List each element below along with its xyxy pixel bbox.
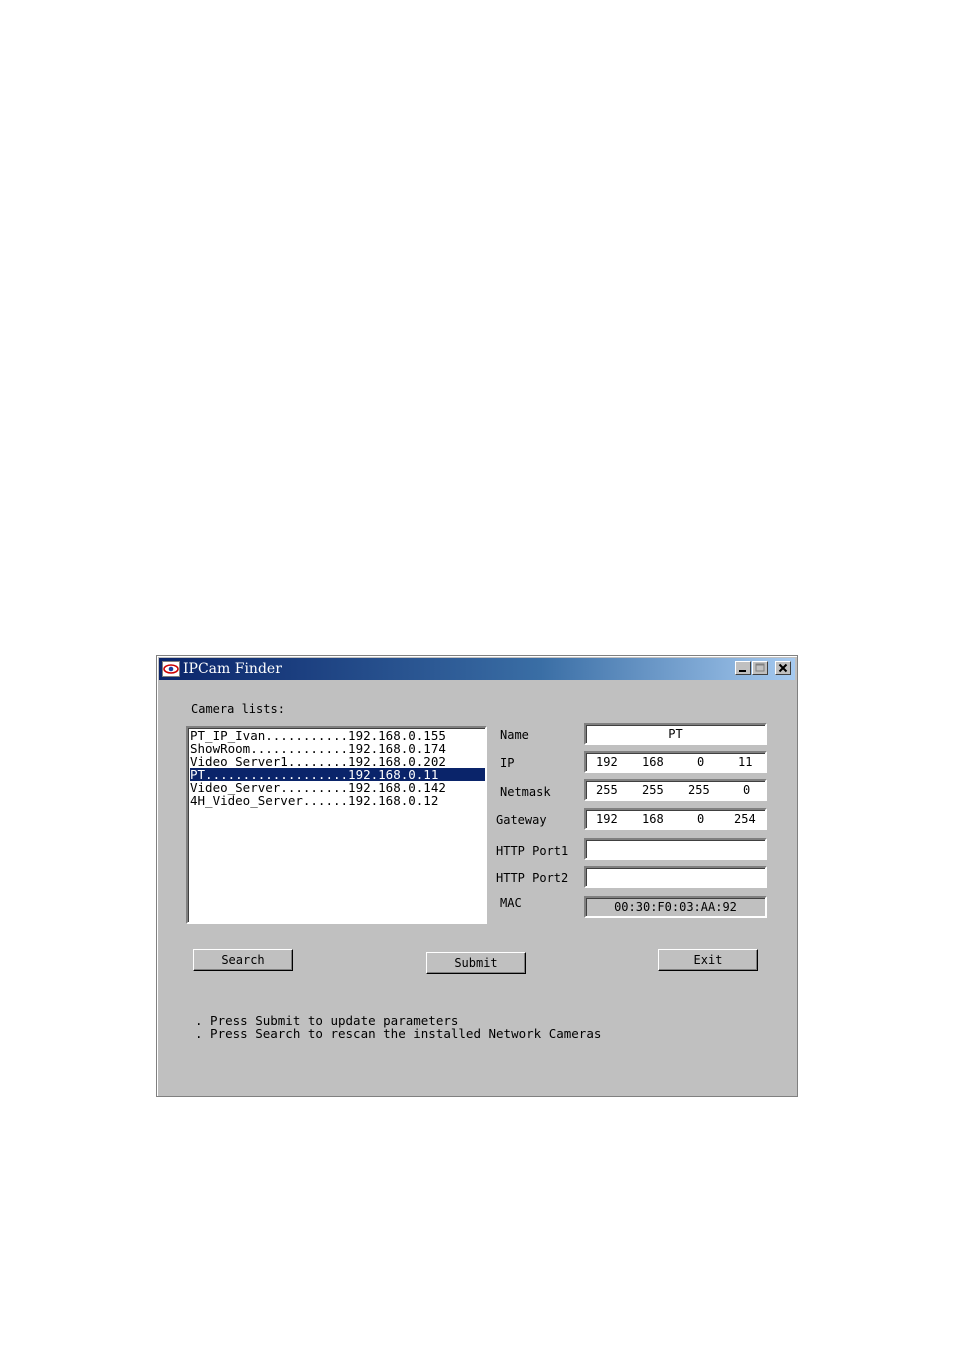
ip-label: IP <box>500 756 515 770</box>
help-line-search: . Press Search to rescan the installed N… <box>195 1026 602 1041</box>
netmask-field[interactable]: 255 255 255 0 <box>584 779 767 801</box>
camera-eye-icon <box>162 661 180 677</box>
netmask-octet-1[interactable]: 255 <box>596 781 618 799</box>
netmask-octet-2[interactable]: 255 <box>642 781 664 799</box>
ipcam-finder-window: IPCam Finder Camera lists: PT_IP_Ivan...… <box>156 655 798 1097</box>
mac-field: 00:30:F0:03:AA:92 <box>584 896 767 918</box>
minimize-icon <box>739 670 746 672</box>
name-value: PT <box>668 727 683 741</box>
gateway-field[interactable]: 192 168 0 254 <box>584 808 767 830</box>
maximize-icon <box>755 663 765 672</box>
netmask-octet-4[interactable]: 0 <box>743 781 750 799</box>
camera-list-label: Camera lists: <box>191 702 285 716</box>
gateway-octet-1[interactable]: 192 <box>596 810 618 828</box>
http-port2-field[interactable] <box>584 866 767 888</box>
name-field[interactable]: PT <box>584 723 767 745</box>
exit-button[interactable]: Exit <box>658 949 758 971</box>
ip-octet-1[interactable]: 192 <box>596 753 618 771</box>
http-port1-field[interactable] <box>584 838 767 860</box>
netmask-label: Netmask <box>500 785 551 799</box>
mac-value: 00:30:F0:03:AA:92 <box>614 900 737 914</box>
gateway-octet-4[interactable]: 254 <box>734 810 756 828</box>
title-bar[interactable]: IPCam Finder <box>159 658 795 680</box>
submit-button[interactable]: Submit <box>426 952 526 974</box>
gateway-octet-2[interactable]: 168 <box>642 810 664 828</box>
http-port1-label: HTTP Port1 <box>496 844 569 858</box>
http-port2-label: HTTP Port2 <box>496 871 569 885</box>
ip-octet-3[interactable]: 0 <box>697 753 704 771</box>
ip-octet-2[interactable]: 168 <box>642 753 664 771</box>
gateway-label: Gateway <box>496 813 547 827</box>
netmask-octet-3[interactable]: 255 <box>688 781 710 799</box>
gateway-octet-3[interactable]: 0 <box>697 810 704 828</box>
maximize-button[interactable] <box>752 661 768 675</box>
minimize-button[interactable] <box>735 661 751 675</box>
camera-listbox[interactable]: PT_IP_Ivan...........192.168.0.155 ShowR… <box>186 726 487 924</box>
ip-field[interactable]: 192 168 0 11 <box>584 751 767 773</box>
name-label: Name <box>500 728 529 742</box>
close-button[interactable] <box>775 661 791 675</box>
search-button[interactable]: Search <box>193 949 293 971</box>
close-icon <box>778 663 788 673</box>
camera-list-item[interactable]: 4H_Video_Server......192.168.0.12 <box>190 794 485 807</box>
ip-octet-4[interactable]: 11 <box>738 753 752 771</box>
window-title: IPCam Finder <box>183 661 282 677</box>
mac-label: MAC <box>500 896 522 910</box>
